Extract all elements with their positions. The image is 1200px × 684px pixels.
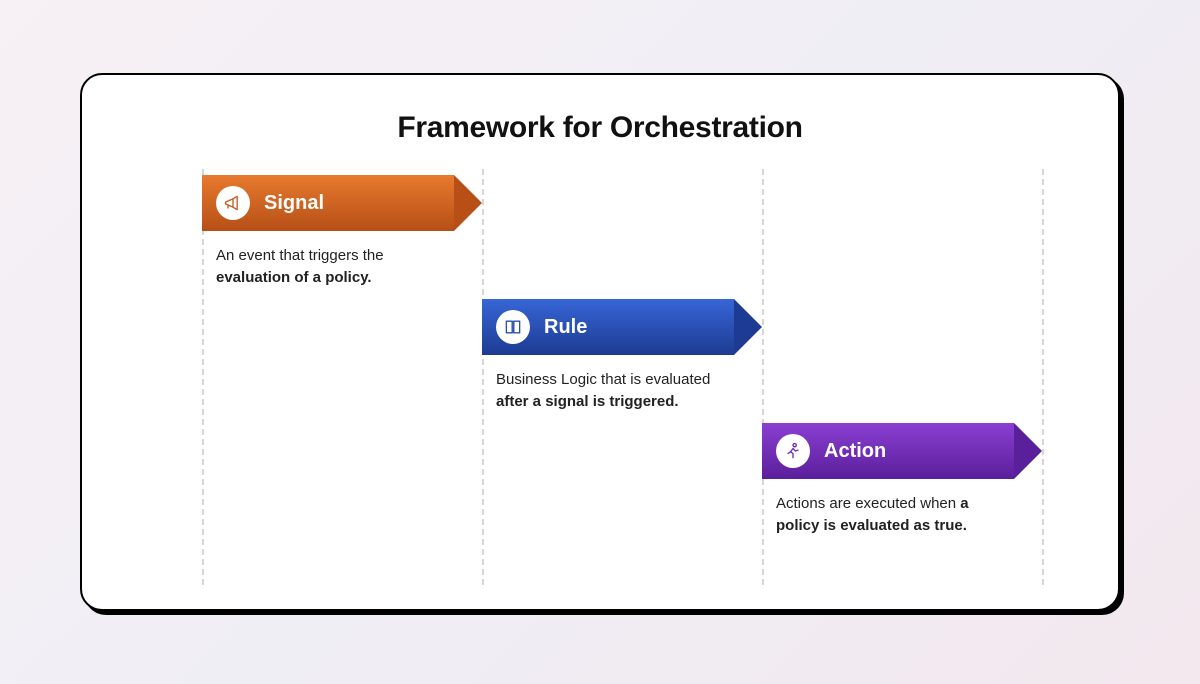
desc-text: Actions are executed when (776, 495, 960, 512)
step-label: Action (824, 440, 886, 463)
arrow-head (734, 299, 762, 355)
divider-line (1042, 169, 1044, 585)
desc-text: Business Logic that is evaluated (496, 371, 710, 388)
step-description: An event that triggers the evaluation of… (202, 245, 452, 289)
megaphone-icon (216, 186, 250, 220)
step-signal: Signal An event that triggers the evalua… (202, 175, 482, 289)
step-description: Business Logic that is evaluated after a… (482, 369, 732, 413)
running-person-icon (776, 434, 810, 468)
step-description: Actions are executed when a policy is ev… (762, 493, 1012, 537)
diagram-title: Framework for Orchestration (82, 111, 1118, 145)
step-arrow: Action (762, 423, 1042, 479)
step-arrow: Signal (202, 175, 482, 231)
desc-bold: evaluation of a policy. (216, 269, 372, 286)
diagram-stage: Signal An event that triggers the evalua… (82, 169, 1118, 603)
step-arrow: Rule (482, 299, 762, 355)
step-action: Action Actions are executed when a polic… (762, 423, 1042, 537)
desc-text: An event that triggers the (216, 247, 384, 264)
step-rule: Rule Business Logic that is evaluated af… (482, 299, 762, 413)
arrow-head (1014, 423, 1042, 479)
book-icon (496, 310, 530, 344)
arrow-head (454, 175, 482, 231)
diagram-card: Framework for Orchestration Signal (80, 73, 1120, 611)
step-label: Rule (544, 316, 587, 339)
desc-bold: after a signal is triggered. (496, 393, 679, 410)
step-label: Signal (264, 192, 324, 215)
